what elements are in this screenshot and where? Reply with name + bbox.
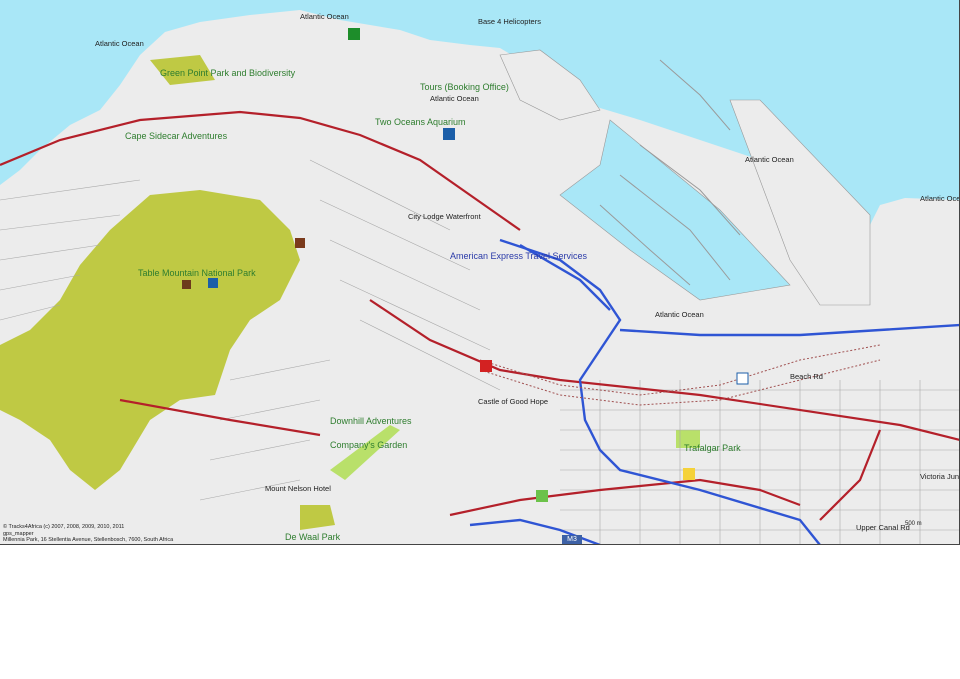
- label-cape-sidecar: Cape Sidecar Adventures: [125, 131, 228, 141]
- poi-peak-icon[interactable]: [182, 280, 191, 289]
- label-ocean-center: Atlantic Ocean: [745, 155, 794, 164]
- label-booking: Tours (Booking Office): [420, 82, 509, 92]
- label-upper-canal: Upper Canal Rd: [856, 523, 910, 532]
- credit-line-3: Millennia Park, 16 Stellentia Avenue, St…: [3, 537, 174, 543]
- label-amex: American Express Travel Services: [450, 251, 588, 261]
- poi-station-icon[interactable]: [736, 372, 749, 385]
- label-ocean-south: Atlantic Ocean: [655, 310, 704, 319]
- poi-aquarium-icon[interactable]: [443, 128, 455, 140]
- label-trafalgar: Trafalgar Park: [684, 443, 741, 453]
- label-beach-rd: Beach Rd: [790, 372, 823, 381]
- label-ocean-east: Atlantic Ocea: [920, 194, 959, 203]
- poi-transport-icon[interactable]: [480, 360, 492, 372]
- harbour-east: [880, 205, 959, 310]
- label-castle: Castle of Good Hope: [478, 397, 549, 406]
- label-downhill: Downhill Adventures: [330, 416, 412, 426]
- poi-museum-icon[interactable]: [295, 238, 305, 248]
- label-helicopters: Base 4 Helicopters: [478, 17, 541, 26]
- poi-swim-icon[interactable]: [683, 468, 695, 480]
- poi-helipad-icon[interactable]: [348, 28, 360, 40]
- label-green-point: Green Point Park and Biodiversity: [160, 68, 296, 78]
- label-ocean-top: Atlantic Ocean: [300, 12, 349, 21]
- label-city-lodge: City Lodge Waterfront: [408, 212, 481, 221]
- label-table-mountain: Table Mountain National Park: [138, 268, 256, 278]
- label-company-garden: Company's Garden: [330, 440, 408, 450]
- label-ocean-nw: Atlantic Ocean: [95, 39, 144, 48]
- map-view[interactable]: Atlantic Ocean Atlantic Ocean Atlantic O…: [0, 0, 960, 545]
- label-victoria-junction: Victoria Junction: [920, 472, 960, 481]
- label-ocean-harbour: Atlantic Ocean: [430, 94, 479, 103]
- map-credit: © Tracks4Africa (c) 2007, 2008, 2009, 20…: [3, 524, 173, 544]
- road-badge-m3: M3: [562, 535, 582, 544]
- poi-park-icon[interactable]: [536, 490, 548, 502]
- poi-info-icon[interactable]: [208, 278, 218, 288]
- label-aquarium: Two Oceans Aquarium: [375, 117, 466, 127]
- label-de-waal: De Waal Park: [285, 532, 341, 542]
- scale-bar: 500 m: [905, 521, 922, 527]
- label-mount-nelson: Mount Nelson Hotel: [265, 484, 331, 493]
